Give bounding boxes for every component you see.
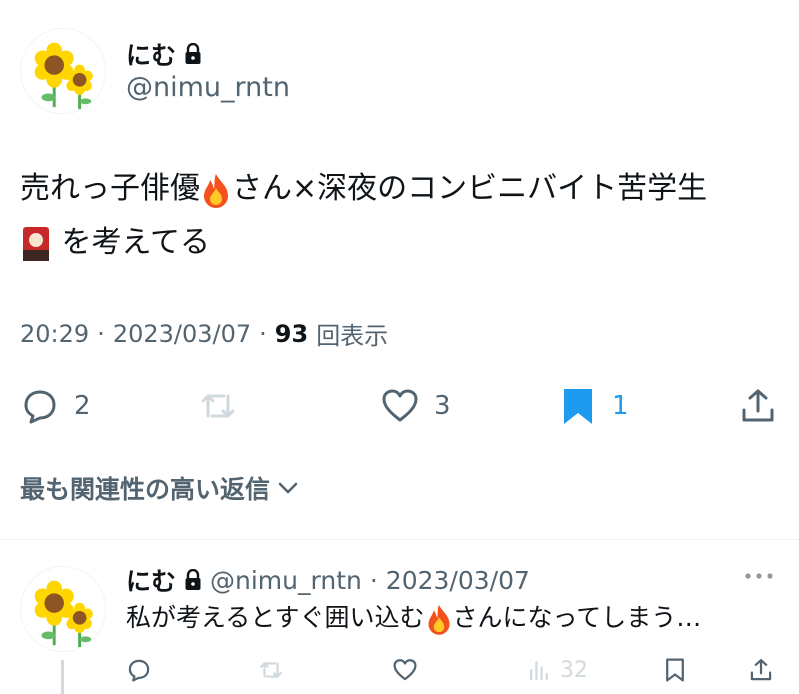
divider	[0, 539, 799, 540]
reply-icon	[24, 390, 56, 424]
reply-bookmark-button[interactable]	[662, 650, 688, 690]
meta-separator: ·	[259, 319, 267, 348]
heart-icon	[382, 389, 418, 422]
retweet-icon	[260, 662, 282, 678]
tweet-date[interactable]: 2023/03/07	[113, 320, 251, 348]
retweet-button[interactable]	[198, 378, 238, 434]
like-button[interactable]: 3	[380, 378, 451, 434]
bookmark-count: 1	[612, 391, 629, 421]
reply-text-a: 私が考えるとすぐ囲い込む	[126, 603, 425, 632]
sunflower-avatar-image	[21, 29, 105, 113]
reply-count: 2	[74, 391, 91, 421]
reply-views-button[interactable]: 32	[526, 650, 588, 690]
retweet-icon	[201, 394, 235, 418]
meta-separator: ·	[97, 319, 105, 348]
reply-date[interactable]: 2023/03/07	[386, 566, 530, 595]
reply-avatar[interactable]	[20, 566, 106, 652]
sunflower-avatar-image	[21, 567, 105, 651]
heart-icon	[393, 659, 417, 681]
bookmark-button[interactable]: 1	[558, 378, 629, 434]
reply-handle[interactable]: @nimu_rntn	[210, 566, 362, 595]
reply-display-name[interactable]: にむ	[126, 562, 176, 598]
reply-sort-dropdown[interactable]: 最も関連性の高い返信	[20, 470, 300, 506]
user-handle[interactable]: @nimu_rntn	[126, 72, 290, 103]
fire-emoji-icon	[428, 605, 450, 635]
display-name[interactable]: にむ	[126, 36, 202, 72]
like-count: 3	[434, 391, 451, 421]
reply-retweet-button[interactable]	[258, 650, 284, 690]
reply-actions: 32	[0, 650, 799, 690]
reply-icon	[128, 659, 150, 682]
hanafuda-card-emoji-icon	[23, 226, 49, 261]
views-count: 93	[274, 319, 309, 348]
tweet-text-line1b: さん×深夜のコンビニバイト苦学生	[232, 171, 708, 206]
avatar[interactable]	[20, 28, 106, 114]
views-label: 回表示	[316, 322, 389, 350]
more-options-icon[interactable]	[742, 566, 776, 586]
chevron-down-icon	[278, 482, 298, 494]
lock-icon	[185, 569, 201, 590]
reply-share-button[interactable]	[748, 650, 774, 690]
reply-reply-button[interactable]	[126, 650, 152, 690]
tweet-time[interactable]: 20:29	[20, 320, 89, 348]
share-icon	[750, 659, 772, 681]
bookmark-filled-icon	[564, 389, 592, 424]
lock-icon	[185, 43, 201, 64]
reply-button[interactable]: 2	[20, 378, 91, 434]
tweet-actions: 2 3 1	[0, 378, 799, 434]
share-button[interactable]	[738, 378, 778, 434]
bookmark-icon	[666, 658, 684, 682]
analytics-icon	[530, 661, 548, 681]
reply-text: 私が考えるとすぐ囲い込む さんになってしまう…	[126, 600, 786, 636]
share-icon	[742, 389, 774, 422]
tweet-text-line2: を考えてる	[61, 225, 211, 260]
fire-emoji-icon	[204, 173, 228, 208]
display-name-text: にむ	[126, 41, 177, 70]
reply-text-b: さんになってしまう…	[452, 603, 702, 632]
reply-like-button[interactable]	[392, 650, 418, 690]
reply-sort-label: 最も関連性の高い返信	[20, 475, 271, 504]
tweet-text-line1: 売れっ子俳優	[20, 171, 200, 206]
tweet-meta: 20:29 · 2023/03/07 · 93 回表示	[20, 316, 388, 351]
tweet-text: 売れっ子俳優 さん×深夜のコンビニバイト苦学生 を考えてる	[20, 162, 780, 270]
meta-separator: ·	[369, 565, 378, 595]
reply-header: にむ @nimu_rntn · 2023/03/07	[126, 562, 530, 598]
reply-views-count: 32	[560, 657, 588, 683]
